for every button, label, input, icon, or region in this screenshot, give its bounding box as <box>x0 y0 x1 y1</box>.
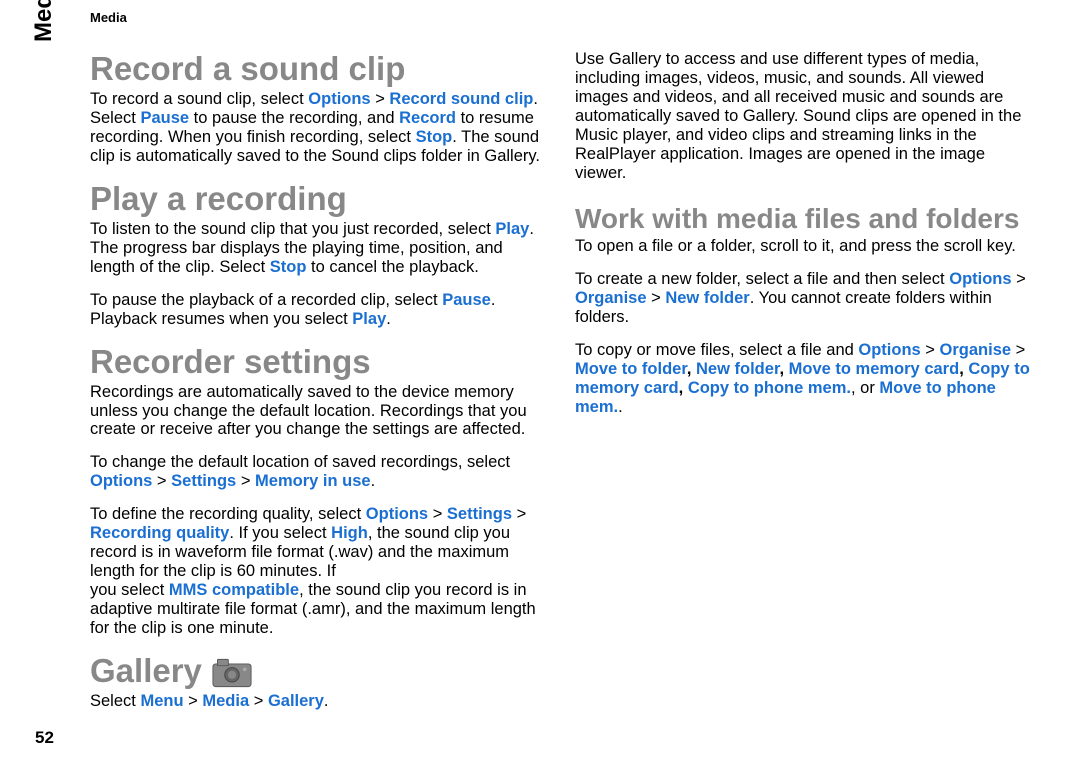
para-work-3: To copy or move files, select a file and… <box>575 341 1030 417</box>
para-gallery-desc: Use Gallery to access and use different … <box>575 50 1030 183</box>
header-section-label: Media <box>90 10 127 25</box>
para-settings-3: To define the recording quality, select … <box>90 505 545 581</box>
para-settings-2: To change the default location of saved … <box>90 453 545 491</box>
page-content: Record a sound clip To record a sound cl… <box>90 50 1030 749</box>
para-play-2: To pause the playback of a recorded clip… <box>90 291 545 329</box>
para-settings-3-cont: you select MMS compatible, the sound cli… <box>90 581 545 638</box>
para-settings-1: Recordings are automatically saved to th… <box>90 383 545 440</box>
heading-recorder-settings: Recorder settings <box>90 343 545 381</box>
heading-gallery: Gallery <box>90 652 545 690</box>
heading-record-sound-clip: Record a sound clip <box>90 50 545 88</box>
para-gallery-path: Select Menu > Media > Gallery. <box>90 692 545 711</box>
gallery-icon <box>212 652 252 690</box>
heading-play-recording: Play a recording <box>90 180 545 218</box>
para-work-1: To open a file or a folder, scroll to it… <box>575 237 1030 256</box>
side-tab-label: Media <box>30 0 58 42</box>
heading-work-media: Work with media files and folders <box>575 203 1030 235</box>
para-work-2: To create a new folder, select a file an… <box>575 270 1030 327</box>
para-play-1: To listen to the sound clip that you jus… <box>90 220 545 277</box>
page-number: 52 <box>35 728 54 748</box>
para-record-sound: To record a sound clip, select Options >… <box>90 90 545 166</box>
